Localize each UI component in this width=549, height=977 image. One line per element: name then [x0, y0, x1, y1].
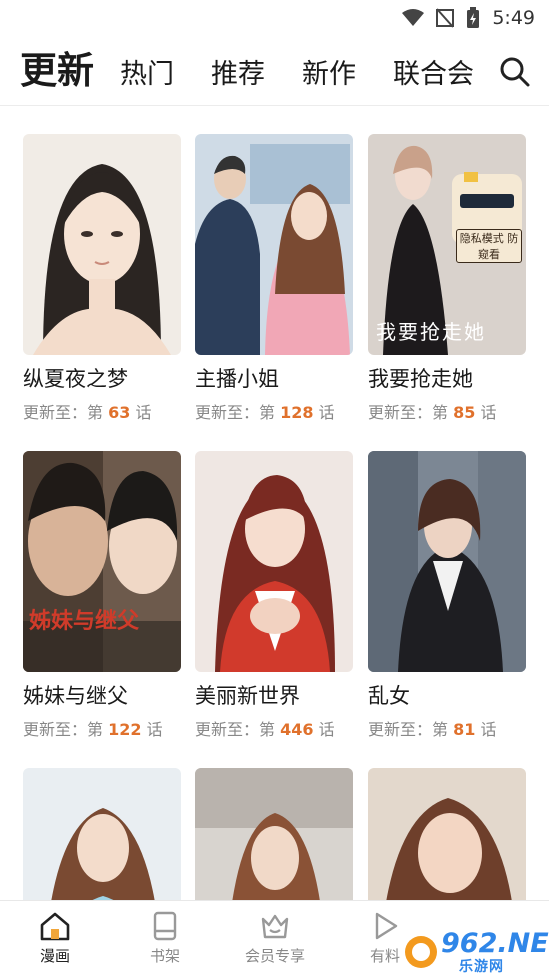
play-icon — [375, 912, 398, 940]
update-status: 更新至：第 81 话 — [368, 720, 497, 739]
comic-cover[interactable]: 隐私模式 防窥看 我要抢走她 — [368, 134, 526, 355]
watermark-icon — [405, 936, 437, 968]
comic-card[interactable]: 乱女 更新至：第 81 话 — [368, 451, 526, 740]
chapter-number: 85 — [453, 403, 476, 422]
update-status: 更新至：第 446 话 — [195, 720, 335, 739]
chapter-number: 128 — [280, 403, 314, 422]
comic-title: 姊妹与继父 — [23, 684, 128, 708]
comic-cover[interactable]: 姊妹与继父 — [23, 451, 181, 672]
category-tabs: 更新 热门 推荐 新作 联合会 — [0, 36, 549, 106]
nav-bookshelf[interactable]: 书架 — [130, 909, 200, 966]
nav-label: 会员专享 — [244, 947, 305, 965]
comic-title: 主播小姐 — [195, 367, 279, 391]
search-icon[interactable] — [499, 56, 531, 88]
comic-cover[interactable] — [368, 451, 526, 672]
chapter-number: 446 — [280, 720, 314, 739]
comic-card[interactable]: 姊妹与继父 姊妹与继父 更新至：第 122 话 — [23, 451, 181, 740]
no-signal-icon — [436, 8, 455, 28]
privacy-badge: 隐私模式 防窥看 — [456, 229, 522, 263]
chapter-number: 122 — [108, 720, 142, 739]
comic-title: 纵夏夜之梦 — [23, 367, 128, 391]
tab-new-works[interactable]: 新作 — [302, 52, 356, 91]
watermark-logo: 962.NET 乐游网 — [401, 928, 549, 975]
tab-union[interactable]: 联合会 — [393, 52, 474, 91]
crown-icon — [261, 914, 289, 939]
comic-title: 乱女 — [368, 684, 410, 708]
comic-card[interactable] — [368, 768, 526, 900]
nav-label: 书架 — [149, 947, 180, 965]
comic-card[interactable]: 美丽新世界 更新至：第 446 话 — [195, 451, 353, 740]
comic-card[interactable] — [23, 768, 181, 900]
clock: 5:49 — [492, 7, 535, 29]
comic-card[interactable] — [195, 768, 353, 900]
comic-title: 美丽新世界 — [195, 684, 300, 708]
tab-hot[interactable]: 热门 — [120, 52, 174, 91]
update-status: 更新至：第 63 话 — [23, 403, 152, 422]
tab-recommend[interactable]: 推荐 — [211, 52, 265, 91]
comic-cover[interactable] — [23, 134, 181, 355]
cover-title-text: 姊妹与继父 — [29, 609, 140, 634]
update-status: 更新至：第 128 话 — [195, 403, 335, 422]
update-status: 更新至：第 122 话 — [23, 720, 163, 739]
nav-comics[interactable]: 漫画 — [20, 909, 90, 966]
wifi-icon — [402, 9, 425, 27]
comic-grid: 纵夏夜之梦 更新至：第 63 话 主播小姐 更新至：第 128 话 隐私模式 防… — [0, 106, 549, 900]
chapter-number: 81 — [453, 720, 476, 739]
comic-cover[interactable] — [195, 451, 353, 672]
status-bar: 5:49 — [0, 0, 549, 36]
comic-cover[interactable] — [195, 768, 353, 900]
cover-title-text: 我要抢走她 — [376, 320, 486, 344]
nav-vip[interactable]: 会员专享 — [240, 909, 310, 966]
tab-update[interactable]: 更新 — [20, 40, 94, 94]
comic-title: 我要抢走她 — [368, 367, 473, 391]
comic-cover[interactable] — [23, 768, 181, 900]
battery-charging-icon — [466, 7, 480, 29]
comic-card[interactable]: 主播小姐 更新至：第 128 话 — [195, 134, 353, 423]
chapter-number: 63 — [108, 403, 131, 422]
update-status: 更新至：第 85 话 — [368, 403, 497, 422]
book-icon — [153, 911, 177, 941]
comic-cover[interactable] — [195, 134, 353, 355]
comic-card[interactable]: 隐私模式 防窥看 我要抢走她 我要抢走她 更新至：第 85 话 — [368, 134, 526, 423]
watermark-sub: 乐游网 — [459, 959, 504, 975]
comic-card[interactable]: 纵夏夜之梦 更新至：第 63 话 — [23, 134, 181, 423]
home-icon — [40, 912, 70, 941]
nav-label: 漫画 — [39, 947, 70, 965]
watermark-brand: 962.NET — [441, 928, 549, 959]
comic-cover[interactable] — [368, 768, 526, 900]
